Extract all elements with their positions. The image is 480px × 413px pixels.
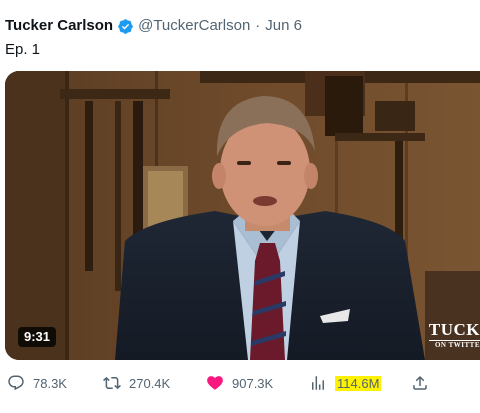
tweet-date[interactable]: Jun 6 [265, 16, 302, 36]
views-button[interactable]: 114.6M [309, 372, 382, 394]
share-button[interactable] [411, 372, 429, 394]
video-frame [5, 71, 480, 360]
like-button[interactable]: 907.3K [206, 372, 273, 394]
watermark-subtitle: ON TWITTE [428, 340, 480, 350]
repost-count: 270.4K [129, 375, 171, 391]
video-watermark: TUCK ON TWITTE [428, 320, 480, 350]
reply-icon [8, 375, 24, 391]
author-handle[interactable]: @TuckerCarlson [138, 16, 250, 36]
header-separator: · [255, 17, 261, 34]
verified-badge-icon [118, 18, 133, 34]
view-count: 114.6M [335, 375, 382, 391]
like-count: 907.3K [232, 375, 274, 391]
reply-button[interactable]: 78.3K [7, 372, 67, 394]
tweet-text: Ep. 1 [5, 41, 41, 58]
video-duration-badge: 9:31 [18, 327, 57, 347]
tweet-actions-bar: 78.3K 270.4K 907.3K 114.6M [0, 372, 480, 394]
tweet-header: Tucker Carlson @TuckerCarlson · Jun 6 [5, 16, 302, 36]
reply-count: 78.3K [33, 375, 67, 391]
author-name[interactable]: Tucker Carlson [5, 16, 113, 36]
watermark-title: TUCK [428, 320, 480, 339]
repost-icon [103, 376, 121, 390]
share-icon [413, 375, 427, 390]
views-icon [312, 376, 324, 390]
repost-button[interactable]: 270.4K [103, 372, 170, 394]
video-player[interactable]: 9:31 TUCK ON TWITTE [5, 71, 480, 360]
like-icon [207, 376, 223, 390]
